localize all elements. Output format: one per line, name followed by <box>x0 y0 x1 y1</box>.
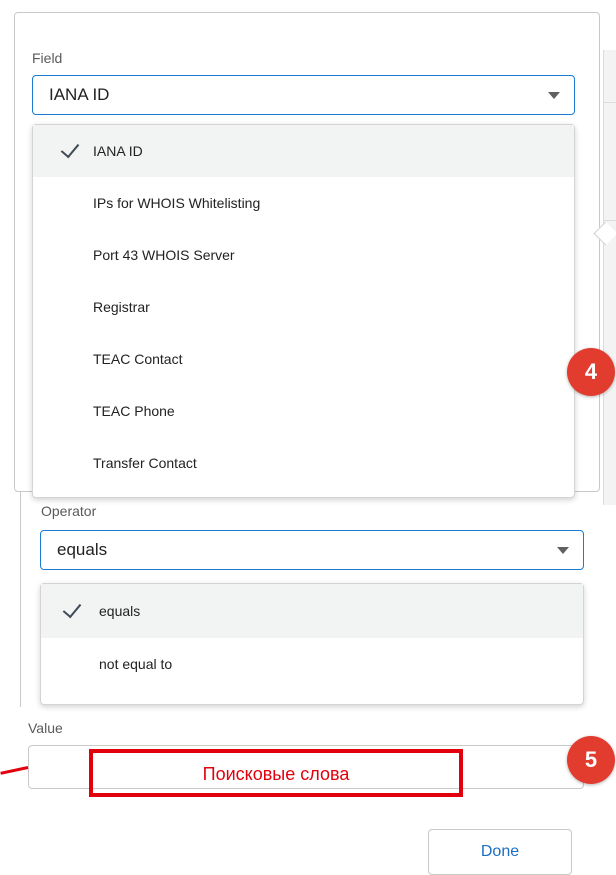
operator-dropdown: equals not equal to <box>40 583 584 705</box>
operator-select[interactable]: equals <box>40 530 584 570</box>
field-option-label: Port 43 WHOIS Server <box>93 247 235 263</box>
operator-option-label: equals <box>99 603 141 619</box>
annotation-pointer-line <box>0 766 29 775</box>
field-option-transfer-contact[interactable]: Transfer Contact <box>33 437 574 489</box>
field-option-ips-whitelisting[interactable]: IPs for WHOIS Whitelisting <box>33 177 574 229</box>
caret-down-icon <box>557 547 569 554</box>
caret-down-icon <box>548 92 560 99</box>
field-option-registrar[interactable]: Registrar <box>33 281 574 333</box>
check-icon <box>62 598 82 619</box>
field-option-label: Transfer Contact <box>93 455 197 471</box>
field-option-label: TEAC Contact <box>93 351 183 367</box>
field-option-teac-phone[interactable]: TEAC Phone <box>33 385 574 437</box>
operator-option-not-equal[interactable]: not equal to <box>41 638 583 690</box>
field-option-label: Registrar <box>93 299 150 315</box>
step-badge-4: 4 <box>567 348 615 396</box>
field-dropdown: IANA ID IPs for WHOIS Whitelisting Port … <box>32 124 575 498</box>
operator-option-label: not equal to <box>99 656 173 672</box>
field-option-teac-contact[interactable]: TEAC Contact <box>33 333 574 385</box>
field-option-label: IANA ID <box>93 143 143 159</box>
search-words-annotation: Поисковые слова <box>89 749 463 797</box>
field-option-label: IPs for WHOIS Whitelisting <box>93 195 261 211</box>
check-icon <box>60 138 80 159</box>
done-button[interactable]: Done <box>428 829 572 875</box>
step-badge-5: 5 <box>567 736 615 784</box>
field-option-label: TEAC Phone <box>93 403 175 419</box>
operator-select-value: equals <box>57 540 108 559</box>
operator-panel-border <box>20 492 21 707</box>
operator-label: Operator <box>41 503 97 519</box>
field-select-value: IANA ID <box>49 85 110 104</box>
field-option-iana-id[interactable]: IANA ID <box>33 125 574 177</box>
field-select[interactable]: IANA ID <box>32 75 575 115</box>
field-label: Field <box>32 50 63 66</box>
operator-option-equals[interactable]: equals <box>41 584 583 638</box>
field-option-port43-server[interactable]: Port 43 WHOIS Server <box>33 229 574 281</box>
background-panel-strip <box>603 50 616 505</box>
value-label: Value <box>28 720 63 736</box>
